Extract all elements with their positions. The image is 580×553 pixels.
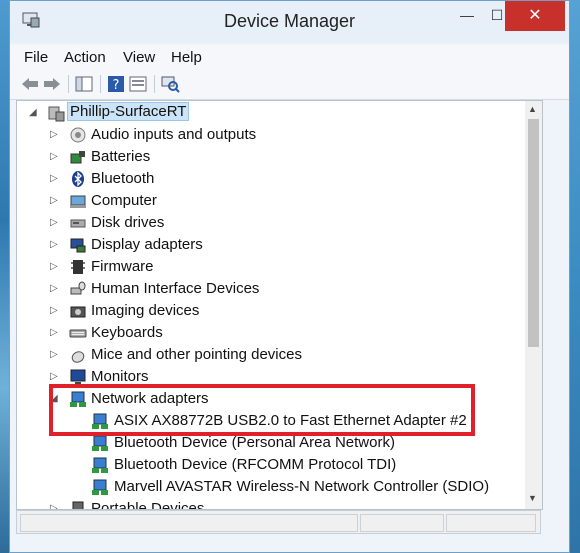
forward-arrow-icon[interactable]	[42, 75, 62, 93]
toolbar-separator	[68, 75, 69, 93]
device-manager-window: Device Manager — ☐ ✕ File Action View He…	[9, 0, 570, 553]
network-adapter-icon	[92, 479, 108, 495]
tree-category[interactable]: ▷ Batteries	[17, 146, 542, 168]
collapsed-arrow-icon[interactable]: ▷	[50, 283, 60, 295]
computer-icon	[70, 195, 86, 208]
back-arrow-icon[interactable]	[20, 75, 40, 93]
scroll-up-arrow-icon[interactable]: ▲	[528, 104, 537, 114]
hid-icon	[70, 281, 86, 295]
category-label: Bluetooth	[91, 170, 155, 187]
category-label: Computer	[91, 192, 157, 209]
status-cell	[20, 514, 358, 532]
collapsed-arrow-icon[interactable]: ▷	[50, 371, 60, 383]
toolbar: ?	[10, 69, 569, 100]
category-label: Mice and other pointing devices	[91, 346, 302, 363]
window-frame: Device Manager — ☐ ✕ File Action View He…	[10, 1, 569, 552]
category-label: Disk drives	[91, 214, 165, 231]
properties-icon[interactable]	[128, 75, 148, 93]
category-label: Monitors	[91, 368, 149, 385]
tree-category[interactable]: ▷ Audio inputs and outputs	[17, 124, 542, 146]
tree-category[interactable]: ▷ Human Interface Devices	[17, 278, 542, 300]
mouse-icon	[71, 351, 85, 363]
disk-drive-icon	[70, 219, 86, 228]
collapsed-arrow-icon[interactable]: ▷	[50, 261, 60, 273]
collapsed-arrow-icon[interactable]: ▷	[50, 173, 60, 185]
tree-category[interactable]: ▷ Firmware	[17, 256, 542, 278]
computer-icon	[48, 106, 65, 122]
toolbar-separator	[100, 75, 101, 93]
minimize-button[interactable]: —	[452, 1, 482, 31]
category-label: Audio inputs and outputs	[91, 126, 257, 143]
device-label: Bluetooth Device (Personal Area Network)	[114, 434, 395, 451]
tree-category[interactable]: ▷ Computer	[17, 190, 542, 212]
close-button[interactable]: ✕	[505, 1, 565, 31]
category-label: Imaging devices	[91, 302, 200, 319]
category-label: Portable Devices	[91, 500, 205, 510]
collapsed-arrow-icon[interactable]: ▷	[50, 151, 60, 163]
category-label: Keyboards	[91, 324, 163, 341]
collapsed-arrow-icon[interactable]: ▷	[50, 195, 60, 207]
collapsed-arrow-icon[interactable]: ▷	[50, 349, 60, 361]
menu-help[interactable]: Help	[171, 49, 202, 66]
toolbar-separator	[154, 75, 155, 93]
collapsed-arrow-icon[interactable]: ▷	[50, 503, 60, 509]
tree-category[interactable]: ▷ Portable Devices	[17, 498, 542, 510]
collapsed-arrow-icon[interactable]: ▷	[50, 239, 60, 251]
network-adapter-highlight-box	[49, 384, 475, 436]
scrollbar-thumb[interactable]	[528, 119, 539, 347]
tree-root[interactable]: ◢ Phillip-SurfaceRT	[17, 102, 542, 124]
status-bar	[16, 510, 541, 534]
collapsed-arrow-icon[interactable]: ▷	[50, 305, 60, 317]
svg-text:?: ?	[113, 78, 120, 93]
network-adapter-icon	[92, 435, 108, 451]
vertical-scrollbar[interactable]: ▲ ▼	[525, 101, 542, 509]
title-bar[interactable]: Device Manager — ☐ ✕	[10, 1, 569, 43]
menu-bar: File Action View Help	[10, 45, 569, 69]
collapsed-arrow-icon[interactable]: ▷	[50, 129, 60, 141]
tree-category[interactable]: ▷ Display adapters	[17, 234, 542, 256]
category-label: Display adapters	[91, 236, 203, 253]
tree-device[interactable]: Bluetooth Device (RFCOMM Protocol TDI)	[17, 454, 542, 476]
scan-hardware-icon[interactable]	[160, 75, 180, 93]
tree-device[interactable]: Marvell AVASTAR Wireless-N Network Contr…	[17, 476, 542, 498]
network-adapter-icon	[92, 457, 108, 473]
camera-icon	[70, 306, 86, 318]
menu-view[interactable]: View	[123, 49, 155, 66]
tree-category[interactable]: ▷ Disk drives	[17, 212, 542, 234]
tree-category[interactable]: ▷ Keyboards	[17, 322, 542, 344]
category-label: Human Interface Devices	[91, 280, 260, 297]
battery-icon	[70, 151, 85, 164]
device-label: Marvell AVASTAR Wireless-N Network Contr…	[114, 478, 490, 495]
device-label: Bluetooth Device (RFCOMM Protocol TDI)	[114, 456, 397, 473]
keyboard-icon	[69, 329, 87, 338]
display-adapter-icon	[70, 238, 86, 253]
status-cell	[360, 514, 444, 532]
menu-action[interactable]: Action	[64, 49, 106, 66]
collapsed-arrow-icon[interactable]: ▷	[50, 217, 60, 229]
help-icon[interactable]: ?	[106, 75, 126, 93]
collapsed-arrow-icon[interactable]: ▷	[50, 327, 60, 339]
tree-category[interactable]: ▷ Bluetooth	[17, 168, 542, 190]
status-cell	[446, 514, 536, 532]
menu-file[interactable]: File	[24, 49, 48, 66]
category-label: Firmware	[91, 258, 154, 275]
speaker-icon	[70, 127, 86, 143]
portable-device-icon	[72, 501, 84, 509]
bluetooth-icon	[72, 171, 84, 187]
tree-root-label: Phillip-SurfaceRT	[67, 102, 190, 121]
tree-category[interactable]: ▷ Imaging devices	[17, 300, 542, 322]
expanded-arrow-icon[interactable]: ◢	[29, 107, 39, 119]
show-hide-tree-icon[interactable]	[74, 75, 94, 93]
scroll-down-arrow-icon[interactable]: ▼	[528, 493, 537, 503]
category-label: Batteries	[91, 148, 151, 165]
device-tree[interactable]: ◢ Phillip-SurfaceRT ▷ Audio inputs and o…	[16, 100, 543, 510]
firmware-icon	[71, 260, 85, 274]
tree-category[interactable]: ▷ Mice and other pointing devices	[17, 344, 542, 366]
